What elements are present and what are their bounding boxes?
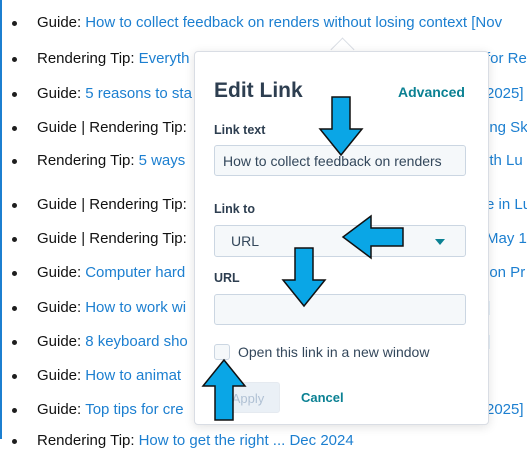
list-item: Rendering Tip: How to get the right ... D… bbox=[0, 430, 527, 452]
list-item-link-fragment[interactable]: ith Lu bbox=[486, 150, 523, 172]
link-to-label: Link to bbox=[214, 202, 255, 216]
list-item-text: Guide | Rendering Tip: bbox=[37, 194, 187, 216]
list-item-link-fragment[interactable]: 2025] bbox=[486, 399, 524, 421]
list-item-prefix: Guide: bbox=[37, 264, 82, 281]
list-item-prefix: Guide: bbox=[37, 367, 82, 384]
list-item-text: Guide | Rendering Tip: bbox=[37, 228, 187, 250]
list-item-prefix: Guide: bbox=[37, 85, 82, 102]
bullet-icon bbox=[12, 306, 17, 311]
bullet-icon bbox=[12, 57, 17, 62]
list-item-link[interactable]: Top tips for cre bbox=[85, 401, 183, 418]
list-item-link-fragment[interactable]: ion Pr bbox=[486, 262, 525, 284]
bullet-icon bbox=[12, 203, 17, 208]
left-arrow-icon bbox=[341, 214, 404, 260]
list-item-prefix: Rendering Tip: bbox=[37, 152, 135, 169]
bullet-icon bbox=[12, 340, 17, 345]
bullet-icon bbox=[12, 408, 17, 413]
up-arrow-icon bbox=[201, 358, 247, 421]
url-label: URL bbox=[214, 271, 240, 285]
list-item-link[interactable]: 5 ways bbox=[139, 152, 186, 169]
bullet-icon bbox=[12, 21, 17, 26]
list-item-text: Rendering Tip: How to get the right ... D… bbox=[37, 430, 354, 452]
list-item-link[interactable]: How to animat bbox=[85, 367, 181, 384]
bullet-icon bbox=[12, 237, 17, 242]
list-item-link[interactable]: How to get the right ... Dec 2024 bbox=[139, 432, 354, 449]
list-item-prefix: Guide: bbox=[37, 401, 82, 418]
url-input[interactable] bbox=[214, 294, 466, 325]
new-window-label: Open this link in a new window bbox=[238, 344, 430, 360]
bullet-icon bbox=[12, 439, 17, 444]
list-item-text: Guide: Top tips for cre bbox=[37, 399, 184, 421]
list-item-text: Rendering Tip: Everyth bbox=[37, 48, 189, 70]
list-item-link-fragment[interactable]: e in Lu bbox=[486, 194, 527, 216]
list-item-prefix: Guide: bbox=[37, 299, 82, 316]
list-item-prefix: Guide | Rendering Tip: bbox=[37, 196, 187, 213]
list-item-prefix: Rendering Tip: bbox=[37, 50, 135, 67]
list-item-link-fragment[interactable]: ing Sk bbox=[486, 117, 527, 139]
list-item-prefix: Guide | Rendering Tip: bbox=[37, 230, 187, 247]
link-to-select[interactable]: URL bbox=[214, 225, 466, 257]
link-to-value: URL bbox=[231, 233, 260, 249]
list-item-link[interactable]: 5 reasons to sta bbox=[85, 85, 192, 102]
advanced-link[interactable]: Advanced bbox=[398, 84, 465, 100]
list-item-link[interactable]: How to collect feedback on renders witho… bbox=[85, 14, 502, 31]
list-item-text: Guide: How to work wi bbox=[37, 297, 186, 319]
list-item: Guide: How to collect feedback on renders… bbox=[0, 12, 527, 34]
list-item-text: Guide: Computer hard bbox=[37, 262, 185, 284]
list-item-link[interactable]: 8 keyboard sho bbox=[85, 333, 188, 350]
list-item-text: Guide: 8 keyboard sho bbox=[37, 331, 188, 353]
list-item-text: Guide: 5 reasons to sta bbox=[37, 83, 192, 105]
list-item-prefix: Rendering Tip: bbox=[37, 432, 135, 449]
bullet-icon bbox=[12, 159, 17, 164]
list-item-prefix: Guide: bbox=[37, 14, 82, 31]
list-item-prefix: Guide | Rendering Tip: bbox=[37, 119, 187, 136]
list-item-text: Guide | Rendering Tip: bbox=[37, 117, 187, 139]
list-item-link[interactable]: Everyth bbox=[139, 50, 190, 67]
link-text-label: Link text bbox=[214, 123, 266, 137]
bullet-icon bbox=[12, 374, 17, 379]
bullet-icon bbox=[12, 92, 17, 97]
list-item-text: Rendering Tip: 5 ways bbox=[37, 150, 185, 172]
list-item-prefix: Guide: bbox=[37, 333, 82, 350]
list-item-link-fragment[interactable]: 2025] bbox=[486, 83, 524, 105]
cancel-button[interactable]: Cancel bbox=[301, 390, 344, 405]
down-arrow-icon bbox=[281, 247, 327, 308]
modal-title: Edit Link bbox=[214, 79, 303, 102]
list-item-link-fragment[interactable]: for Rev bbox=[486, 48, 527, 70]
list-item-link-fragment[interactable]: May 12 bbox=[486, 228, 527, 250]
list-item-link[interactable]: How to work wi bbox=[85, 299, 186, 316]
chevron-down-icon bbox=[435, 239, 445, 245]
bullet-icon bbox=[12, 126, 17, 131]
list-item-link[interactable]: Computer hard bbox=[85, 264, 185, 281]
bullet-icon bbox=[12, 271, 17, 276]
list-item-text: Guide: How to animat bbox=[37, 365, 181, 387]
list-item-text: Guide: How to collect feedback on renders… bbox=[37, 12, 502, 34]
down-arrow-icon bbox=[318, 96, 364, 157]
